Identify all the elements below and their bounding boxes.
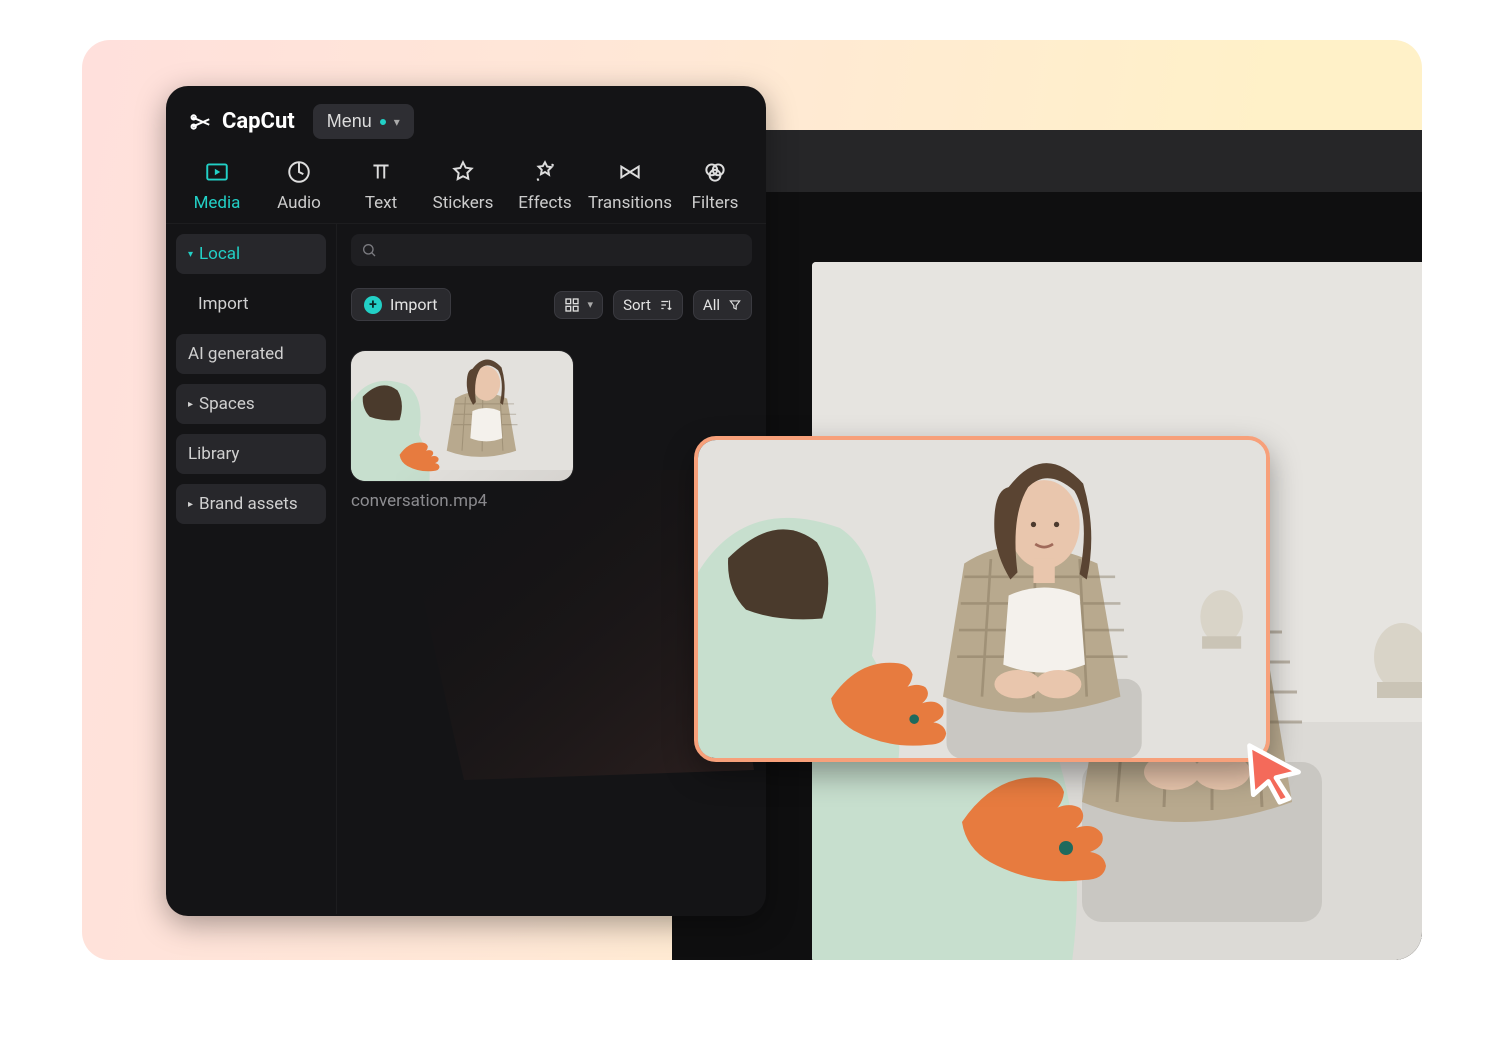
sidebar-item-local[interactable]: ▾ Local: [176, 234, 326, 274]
sort-icon: [659, 298, 673, 312]
menu-button[interactable]: Menu ▾: [313, 104, 414, 139]
media-icon: [204, 159, 230, 185]
effects-icon: [532, 159, 558, 185]
sidebar-item-label: AI generated: [188, 344, 284, 364]
stickers-icon: [450, 159, 476, 185]
tab-stickers[interactable]: Stickers: [434, 159, 492, 213]
chevron-down-icon: ▾: [588, 298, 594, 311]
sidebar-item-label: Spaces: [199, 394, 255, 414]
filter-icon: [728, 298, 742, 312]
caret-down-icon: ▾: [188, 249, 193, 260]
menu-label: Menu: [327, 111, 372, 132]
tab-label: Transitions: [588, 193, 672, 213]
app-name: CapCut: [222, 109, 295, 134]
filter-button[interactable]: All: [693, 290, 752, 320]
sidebar-item-brand-assets[interactable]: ▸ Brand assets: [176, 484, 326, 524]
search-input[interactable]: [351, 234, 752, 266]
tab-label: Text: [365, 193, 397, 213]
sidebar: ▾ Local Import AI generated ▸ Spaces Lib…: [166, 224, 336, 914]
tab-transitions[interactable]: Transitions: [598, 159, 662, 213]
filters-icon: [702, 159, 728, 185]
content-toolbar: + Import ▾ Sort All: [351, 288, 752, 321]
filter-label: All: [703, 296, 720, 314]
tab-filters[interactable]: Filters: [686, 159, 744, 213]
app-logo: CapCut: [190, 109, 295, 134]
stage: Player: [82, 40, 1422, 960]
tab-effects[interactable]: Effects: [516, 159, 574, 213]
search-icon: [361, 242, 377, 258]
sidebar-item-label: Local: [199, 244, 240, 264]
tab-label: Stickers: [433, 193, 494, 213]
tab-media[interactable]: Media: [188, 159, 246, 213]
caret-right-icon: ▸: [188, 499, 193, 510]
plus-icon: +: [364, 296, 382, 314]
audio-icon: [286, 159, 312, 185]
chevron-down-icon: ▾: [394, 115, 400, 129]
tab-audio[interactable]: Audio: [270, 159, 328, 213]
tab-text[interactable]: Text: [352, 159, 410, 213]
tab-label: Audio: [277, 193, 321, 213]
editor-window: CapCut Menu ▾ Media Audio: [166, 86, 766, 916]
player-header: Player: [672, 130, 1422, 192]
transitions-icon: [617, 159, 643, 185]
sidebar-item-ai-generated[interactable]: AI generated: [176, 334, 326, 374]
import-button[interactable]: + Import: [351, 288, 451, 321]
sidebar-item-spaces[interactable]: ▸ Spaces: [176, 384, 326, 424]
tab-label: Effects: [518, 193, 571, 213]
drag-preview[interactable]: [694, 436, 1270, 762]
sidebar-item-label: Import: [198, 294, 249, 314]
sidebar-item-label: Brand assets: [199, 494, 298, 514]
view-layout-button[interactable]: ▾: [554, 291, 604, 319]
media-thumbnail[interactable]: conversation.mp4: [351, 351, 573, 511]
tab-label: Media: [194, 193, 241, 213]
thumbnail-caption: conversation.mp4: [351, 491, 573, 511]
sidebar-item-label: Library: [188, 444, 239, 464]
text-icon: [368, 159, 394, 185]
sort-button[interactable]: Sort: [613, 290, 683, 320]
tabstrip: Media Audio Text Stickers: [166, 145, 766, 224]
grid-icon: [564, 297, 580, 313]
sidebar-item-import[interactable]: Import: [176, 284, 326, 324]
thumbnail-image: [351, 351, 573, 481]
caret-right-icon: ▸: [188, 399, 193, 410]
import-label: Import: [390, 295, 438, 314]
tab-label: Filters: [692, 193, 739, 213]
sidebar-item-library[interactable]: Library: [176, 434, 326, 474]
sort-label: Sort: [623, 296, 651, 314]
titlebar: CapCut Menu ▾: [166, 86, 766, 145]
menu-indicator-dot: [380, 119, 386, 125]
